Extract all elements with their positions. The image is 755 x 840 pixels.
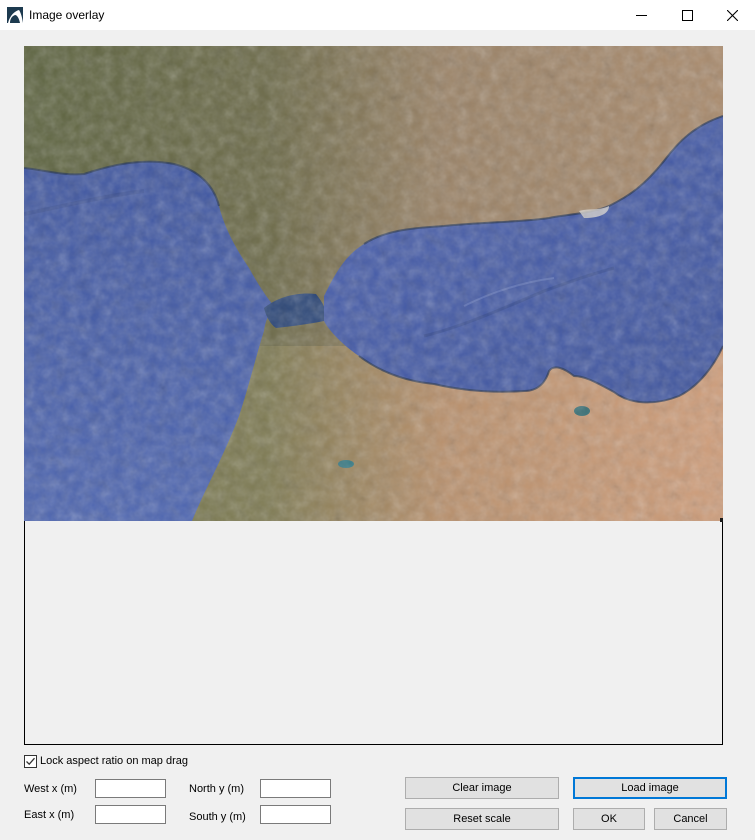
checkmark-icon [26, 757, 35, 765]
satellite-map [24, 46, 723, 521]
maximize-icon [681, 9, 693, 21]
minimize-icon [635, 10, 647, 21]
east-label: East x (m) [24, 809, 75, 821]
load-image-button[interactable]: Load image [573, 777, 727, 799]
south-y-input[interactable] [260, 805, 331, 824]
lock-aspect-checkbox[interactable] [24, 754, 37, 768]
maximize-button[interactable] [664, 0, 710, 30]
overlay-image[interactable] [24, 46, 723, 521]
clear-image-button[interactable]: Clear image [405, 777, 559, 799]
title-bar: Image overlay [0, 0, 755, 30]
north-label: North y (m) [189, 783, 244, 795]
east-x-input[interactable] [95, 805, 166, 824]
ok-button[interactable]: OK [573, 808, 645, 830]
app-logo-icon [7, 7, 23, 23]
close-icon [726, 9, 738, 21]
north-y-input[interactable] [260, 779, 331, 798]
resize-handle[interactable] [720, 518, 723, 522]
lock-aspect-option[interactable]: Lock aspect ratio on map drag [24, 754, 188, 768]
south-label: South y (m) [189, 811, 246, 823]
lock-aspect-label: Lock aspect ratio on map drag [40, 755, 188, 767]
west-label: West x (m) [24, 783, 77, 795]
west-x-input[interactable] [95, 779, 166, 798]
reset-scale-button[interactable]: Reset scale [405, 808, 559, 830]
window-title: Image overlay [29, 8, 105, 22]
close-button[interactable] [709, 0, 755, 30]
cancel-button[interactable]: Cancel [654, 808, 727, 830]
minimize-button[interactable] [618, 0, 664, 30]
